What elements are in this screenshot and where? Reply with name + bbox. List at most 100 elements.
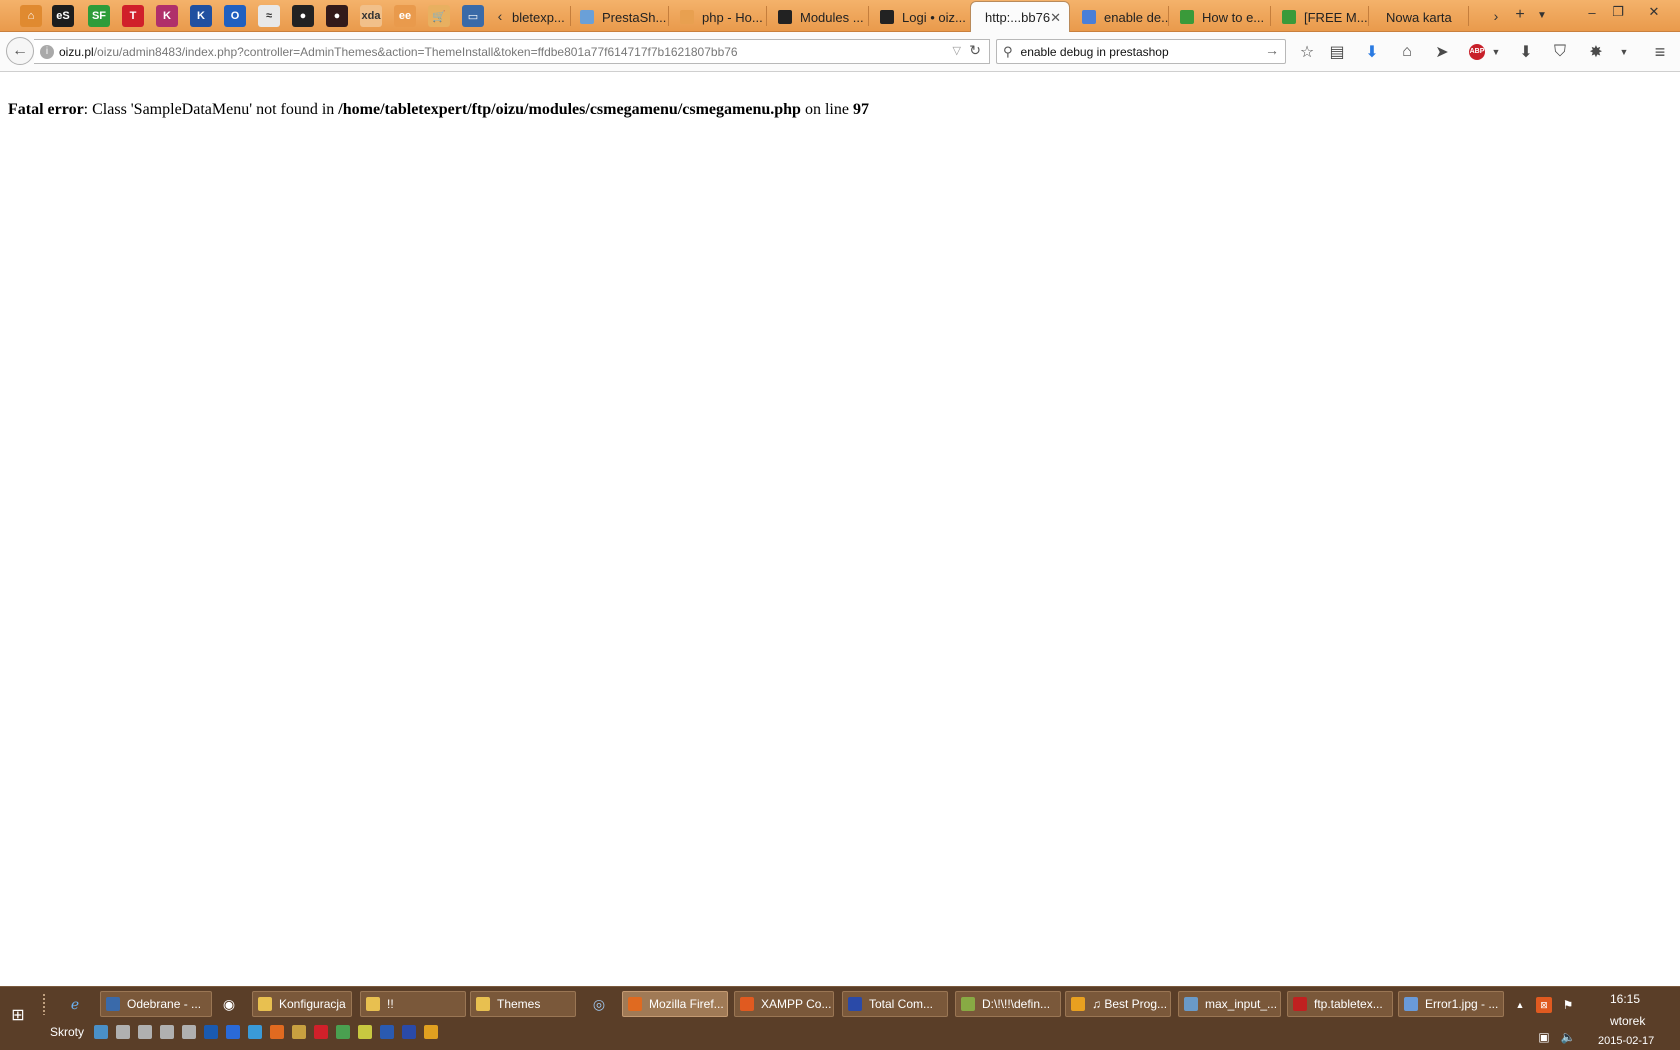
taskbar-grip[interactable] [42,993,46,1015]
taskbar-button[interactable]: ♫ Best Prog... [1065,991,1171,1017]
site-identity-icon[interactable]: i [40,44,54,59]
face-dark-icon[interactable]: ● [326,5,348,27]
taskbar-button[interactable]: Odebrane - ... [100,991,212,1017]
tab[interactable]: Modules ... [770,2,868,32]
aimp-icon[interactable] [424,1025,438,1039]
tab-scroll-right-icon[interactable]: › [1484,4,1508,28]
drive-icon[interactable] [160,1025,174,1039]
search-go-icon[interactable]: → [1265,42,1279,58]
tab[interactable]: Logi • oiz... [872,2,966,32]
taskbar-button[interactable]: Konfiguracja [252,991,352,1017]
pen-icon[interactable] [358,1025,372,1039]
taskbar-button[interactable]: XAMPP Co... [734,991,834,1017]
globe-icon[interactable] [248,1025,262,1039]
tab-separator [766,6,767,26]
chrome-icon[interactable]: ◉ [218,993,240,1015]
image-viewer-icon [1404,997,1418,1011]
tab-list-dropdown-icon[interactable]: ▼ [1530,3,1554,27]
tab[interactable]: php - Ho... [672,2,766,32]
printer-icon[interactable] [182,1025,196,1039]
download-arrow-icon[interactable]: ⬇ [1360,40,1384,64]
hfs-icon[interactable] [292,1025,306,1039]
search-icon[interactable]: ⚲ [1003,44,1013,60]
taskbar-button[interactable]: Error1.jpg - ... [1398,991,1504,1017]
save-icon[interactable] [402,1025,416,1039]
tab[interactable]: bletexp... [508,2,570,32]
tab[interactable]: PrestaSh... [572,2,668,32]
taskbar-button-label: ♫ Best Prog... [1092,997,1168,1011]
clock-date[interactable]: 2015-02-17 [1598,1035,1654,1047]
home-lock-icon[interactable]: ⌂ [20,5,42,27]
toolbar-dropdown-icon[interactable]: ▼ [1612,40,1636,64]
drive-icon[interactable] [138,1025,152,1039]
network-icon[interactable]: ▣ [1536,1029,1552,1045]
green-icon[interactable] [336,1025,350,1039]
tray-expand-icon[interactable]: ▲ [1512,997,1528,1013]
adblock-dropdown-icon[interactable]: ▼ [1484,40,1508,64]
taskbar-button-label: Themes [497,997,541,1011]
tab[interactable]: [FREE M... [1274,2,1368,32]
drive-icon[interactable] [116,1025,130,1039]
aimp-icon [1071,997,1085,1011]
close-window-icon[interactable]: ✕ [1640,2,1668,22]
addon-icon[interactable]: ✸ [1584,40,1608,64]
bookmark-star-icon[interactable]: ☆ [1295,40,1319,64]
flag-icon[interactable]: ⚑ [1560,997,1576,1013]
navigation-bar: ← i oizu.pl /oizu/admin8483/index.php?co… [0,32,1680,72]
taskbar-button[interactable]: Themes [470,991,576,1017]
red-square-icon[interactable]: T [122,5,144,27]
home-icon[interactable]: ⌂ [1395,40,1419,64]
monitor-icon[interactable] [94,1025,108,1039]
security-icon[interactable] [204,1025,218,1039]
gear-icon[interactable] [270,1025,284,1039]
volume-icon[interactable]: 🔈 [1560,1029,1576,1045]
reader-icon[interactable]: ▤ [1325,40,1349,64]
taskbar-button[interactable]: !! [360,991,466,1017]
clock-time[interactable]: 16:15 [1610,992,1640,1006]
tab-scroll-left-icon[interactable]: ‹ [488,4,512,28]
send-icon[interactable]: ➤ [1430,40,1454,64]
taskbar-button-label: XAMPP Co... [761,997,832,1011]
back-button[interactable]: ← [6,37,34,65]
clock-day[interactable]: wtorek [1610,1014,1645,1028]
tab[interactable]: How to e... [1172,2,1270,32]
start-button[interactable]: ⊞ [8,1005,28,1025]
search-bar[interactable]: ⚲ enable debug in prestashop → [996,39,1286,64]
tab[interactable]: Nowa karta [1372,2,1468,32]
xda-icon[interactable]: xda [360,5,382,27]
xampp-tray-icon[interactable]: ⊠ [1536,997,1552,1013]
taskbar-app-icon[interactable]: ◎ [588,993,610,1015]
new-tab-icon[interactable]: + [1508,3,1532,27]
face-icon[interactable]: ● [292,5,314,27]
search-input[interactable]: enable debug in prestashop [1021,45,1169,59]
url-history-dropdown-icon[interactable]: ▽ [953,44,961,57]
sf-icon[interactable]: SF [88,5,110,27]
taskbar-button[interactable]: ftp.tabletex... [1287,991,1393,1017]
shield-icon[interactable]: ⛉ [1548,40,1572,64]
taskbar-button[interactable]: D:\!\!!\defin... [955,991,1061,1017]
tab-active[interactable]: http:...bb76 ✕ [970,1,1070,33]
url-bar[interactable]: i oizu.pl /oizu/admin8483/index.php?cont… [34,39,990,64]
download-icon[interactable]: ⬇ [1514,40,1538,64]
blue-square-icon[interactable]: O [224,5,246,27]
taskbar-button[interactable]: max_input_... [1178,991,1281,1017]
menu-icon[interactable]: ≡ [1648,40,1672,64]
cart-icon[interactable]: 🛒 [428,5,450,27]
k-pink-icon[interactable]: K [156,5,178,27]
taskbar-button[interactable]: Total Com... [842,991,948,1017]
ee-icon[interactable]: ee [394,5,416,27]
restore-icon[interactable]: ❐ [1604,2,1632,22]
font-icon[interactable] [380,1025,394,1039]
tab[interactable]: enable de... [1074,2,1168,32]
stop-icon[interactable] [314,1025,328,1039]
reload-icon[interactable]: ↻ [969,42,981,59]
chart-icon[interactable]: ≈ [258,5,280,27]
tab-close-icon[interactable]: ✕ [1050,10,1061,26]
lightning-icon[interactable] [226,1025,240,1039]
internet-explorer-icon[interactable]: ℯ [64,993,86,1015]
taskbar-button[interactable]: Mozilla Firef... [622,991,728,1017]
es-icon[interactable]: eS [52,5,74,27]
k-blue-icon[interactable]: K [190,5,212,27]
monitor-icon[interactable]: ▭ [462,5,484,27]
minimize-icon[interactable]: – [1578,2,1606,22]
